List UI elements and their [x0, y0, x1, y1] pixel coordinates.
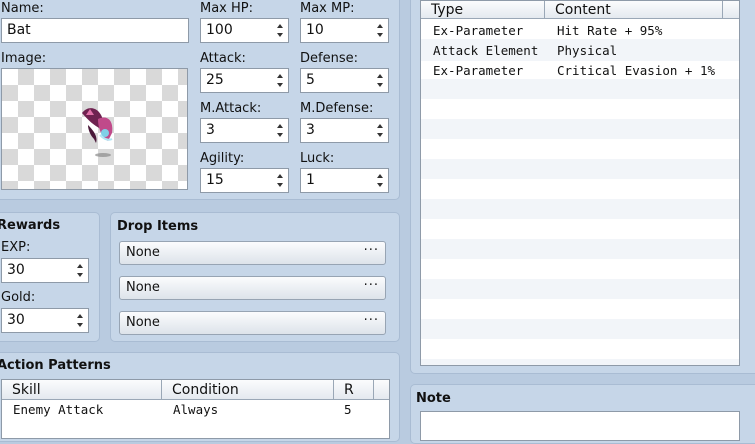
decrement-arrow-icon[interactable] [275, 80, 285, 90]
max-mp-stepper[interactable]: 10 [300, 18, 389, 43]
mattack-stepper[interactable]: 3 [200, 118, 289, 143]
table-row[interactable]: Attack Element Physical [421, 41, 739, 61]
decrement-arrow-icon[interactable] [375, 130, 385, 140]
exp-value: 30 [7, 262, 25, 278]
column-header-spacer [723, 1, 739, 19]
table-row[interactable]: Ex-Parameter Hit Rate + 95% [421, 21, 739, 41]
exp-label: EXP: [1, 240, 31, 255]
row-content: Critical Evasion + 1% [557, 63, 716, 78]
mdefense-label: M.Defense: [300, 101, 374, 116]
row-content: Hit Rate + 95% [557, 23, 663, 38]
attack-label: Attack: [200, 51, 246, 66]
defense-label: Defense: [300, 51, 358, 66]
image-label: Image: [1, 51, 47, 66]
max-hp-label: Max HP: [200, 1, 254, 16]
column-header-condition[interactable]: Condition [162, 380, 334, 400]
name-input[interactable]: Bat [1, 18, 189, 43]
decrement-arrow-icon[interactable] [75, 270, 85, 280]
row-rating: 5 [344, 402, 352, 417]
action-patterns-table[interactable]: Skill Condition R Enemy Attack Always 5 [1, 379, 390, 439]
luck-stepper[interactable]: 1 [300, 168, 389, 193]
column-header-spacer [374, 380, 389, 400]
note-textarea[interactable] [420, 411, 740, 441]
bat-sprite-image [82, 108, 113, 157]
table-row[interactable]: Enemy Attack Always 5 [2, 400, 389, 420]
column-header-skill[interactable]: Skill [2, 380, 162, 400]
decrement-arrow-icon[interactable] [375, 80, 385, 90]
gold-stepper[interactable]: 30 [1, 308, 89, 333]
attack-value: 25 [206, 72, 224, 88]
traits-table[interactable]: Type Content Ex-Parameter Hit Rate + 95%… [420, 0, 740, 366]
row-content: Physical [557, 43, 618, 58]
agility-label: Agility: [200, 151, 245, 166]
ellipsis-icon: ··· [363, 278, 379, 293]
mattack-value: 3 [206, 122, 215, 138]
mattack-label: M.Attack: [200, 101, 262, 116]
attack-stepper[interactable]: 25 [200, 68, 289, 93]
luck-label: Luck: [300, 151, 335, 166]
mdefense-stepper[interactable]: 3 [300, 118, 389, 143]
column-header-rating[interactable]: R [334, 380, 374, 400]
rewards-title: Rewards [0, 218, 61, 233]
agility-value: 15 [206, 172, 224, 188]
column-header-content[interactable]: Content [545, 1, 723, 19]
drop-item-2-selector[interactable]: None ··· [119, 276, 386, 300]
row-type: Ex-Parameter [433, 63, 524, 78]
action-patterns-title: Action Patterns [0, 358, 111, 373]
ellipsis-icon: ··· [363, 313, 379, 328]
drop-items-panel: Drop Items None ··· None ··· None ··· [110, 212, 400, 342]
row-type: Attack Element [433, 43, 539, 58]
drop-item-3-selector[interactable]: None ··· [119, 311, 386, 335]
drop-item-3-value: None [126, 315, 160, 330]
drop-item-1-selector[interactable]: None ··· [119, 241, 386, 265]
decrement-arrow-icon[interactable] [275, 180, 285, 190]
max-mp-label: Max MP: [300, 1, 355, 16]
defense-value: 5 [306, 72, 315, 88]
gold-label: Gold: [1, 290, 36, 305]
drop-items-title: Drop Items [117, 219, 199, 234]
luck-value: 1 [306, 172, 315, 188]
defense-stepper[interactable]: 5 [300, 68, 389, 93]
row-type: Ex-Parameter [433, 23, 524, 38]
enemy-image-picker[interactable] [1, 68, 188, 190]
decrement-arrow-icon[interactable] [275, 130, 285, 140]
drop-item-1-value: None [126, 245, 160, 260]
note-title: Note [416, 391, 451, 406]
exp-stepper[interactable]: 30 [1, 258, 89, 283]
drop-item-2-value: None [126, 280, 160, 295]
decrement-arrow-icon[interactable] [375, 180, 385, 190]
max-hp-value: 100 [206, 22, 233, 38]
decrement-arrow-icon[interactable] [375, 30, 385, 40]
name-label: Name: [1, 1, 44, 16]
table-row[interactable]: Ex-Parameter Critical Evasion + 1% [421, 61, 739, 81]
max-mp-value: 10 [306, 22, 324, 38]
decrement-arrow-icon[interactable] [75, 320, 85, 330]
row-condition: Always [173, 402, 219, 417]
ellipsis-icon: ··· [363, 243, 379, 258]
decrement-arrow-icon[interactable] [275, 30, 285, 40]
mdefense-value: 3 [306, 122, 315, 138]
max-hp-stepper[interactable]: 100 [200, 18, 289, 43]
gold-value: 30 [7, 312, 25, 328]
column-header-type[interactable]: Type [421, 1, 545, 19]
agility-stepper[interactable]: 15 [200, 168, 289, 193]
row-skill: Enemy Attack [13, 402, 104, 417]
